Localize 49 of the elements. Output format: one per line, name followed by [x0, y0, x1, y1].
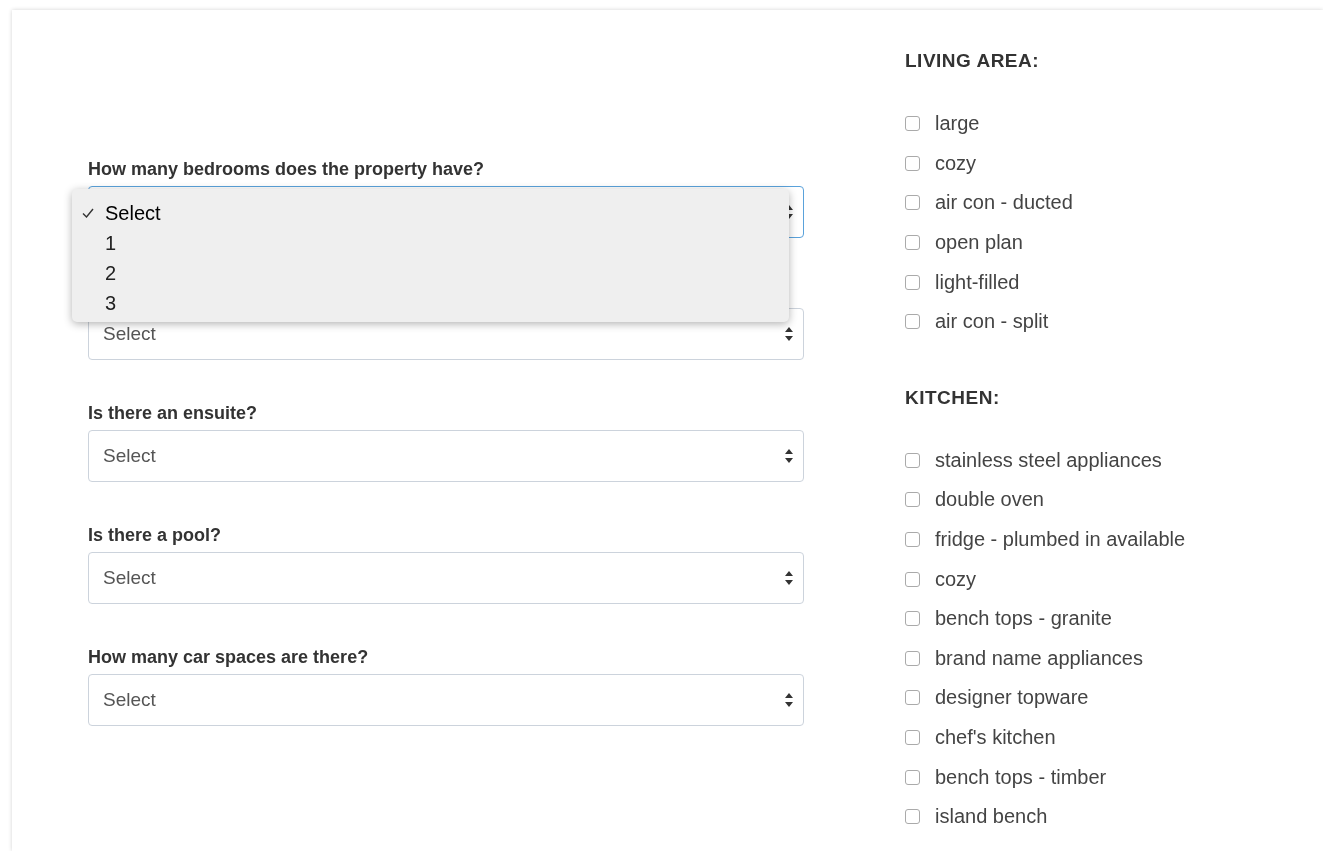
- up-down-arrows-icon: [785, 449, 793, 463]
- checkbox[interactable]: [905, 809, 920, 825]
- question-label: Is there a pool?: [88, 524, 223, 547]
- checkbox-label: cozy: [935, 151, 977, 175]
- question-label: Is there an ensuite?: [88, 402, 259, 425]
- dropdown-option[interactable]: Select: [72, 198, 789, 228]
- checkbox[interactable]: [905, 195, 920, 211]
- checkbox[interactable]: [905, 235, 920, 251]
- checkbox-label: designer topware: [935, 686, 1089, 710]
- select-field[interactable]: Select: [88, 674, 804, 726]
- checkbox[interactable]: [905, 314, 920, 330]
- checkbox-label: bench tops - granite: [935, 607, 1112, 631]
- checkbox[interactable]: [905, 650, 920, 666]
- up-down-arrows-icon: [785, 693, 793, 707]
- checkbox[interactable]: [905, 769, 920, 785]
- section-heading: LIVING AREA:: [905, 50, 1041, 73]
- dropdown-option[interactable]: 2: [72, 258, 789, 288]
- checkbox-label: island bench: [935, 805, 1048, 829]
- checkbox-label: cozy: [935, 567, 977, 591]
- checkbox-label: large: [935, 112, 980, 136]
- checkbox-label: fridge - plumbed in available: [935, 528, 1186, 552]
- dropdown-option[interactable]: 1: [72, 228, 789, 258]
- checkbox[interactable]: [905, 452, 920, 468]
- checkbox[interactable]: [905, 155, 920, 171]
- question-label: How many car spaces are there?: [88, 646, 370, 669]
- checkbox[interactable]: [905, 274, 920, 290]
- checkbox-label: open plan: [935, 231, 1023, 255]
- checkbox-label: bench tops - timber: [935, 765, 1107, 789]
- checkbox-label: light-filled: [935, 270, 1020, 294]
- select-field[interactable]: Select: [88, 430, 804, 482]
- checkbox[interactable]: [905, 730, 920, 745]
- checkbox-label: air con - ducted: [935, 191, 1073, 215]
- select-field[interactable]: Select: [88, 552, 804, 604]
- checkbox[interactable]: [905, 116, 920, 132]
- up-down-arrows-icon: [785, 571, 793, 585]
- checkbox[interactable]: [905, 611, 920, 627]
- checkbox-label: stainless steel appliances: [935, 448, 1162, 472]
- checkbox[interactable]: [905, 690, 920, 706]
- checkmark-icon: [82, 208, 94, 218]
- section-heading: KITCHEN:: [905, 386, 1001, 410]
- checkbox[interactable]: [905, 492, 920, 508]
- checkbox-label: brand name appliances: [935, 646, 1143, 670]
- checkbox-label: chef's kitchen: [935, 726, 1056, 749]
- checkbox-label: double oven: [935, 488, 1044, 512]
- checkbox[interactable]: [905, 532, 920, 548]
- checkbox-label: air con - split: [935, 310, 1049, 334]
- checkbox[interactable]: [905, 571, 920, 587]
- up-down-arrows-icon: [785, 327, 793, 341]
- question-label: How many bedrooms does the property have?: [88, 158, 486, 181]
